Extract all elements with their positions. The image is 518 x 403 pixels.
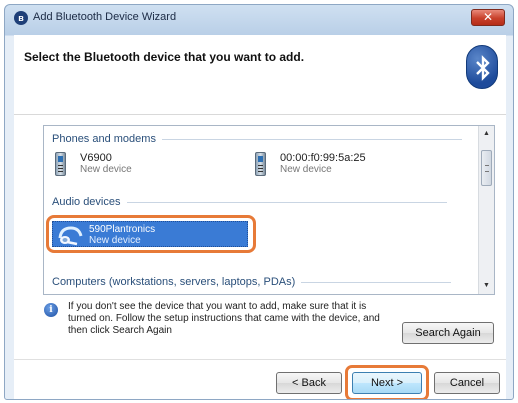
page-title: Select the Bluetooth device that you wan… [24, 50, 305, 64]
group-header-computers: Computers (workstations, servers, laptop… [52, 276, 452, 288]
highlight-ring [46, 215, 256, 253]
list-item[interactable]: V6900 New device [52, 152, 132, 178]
list-item[interactable]: 00:00:f0:99:5a:25 New device [252, 152, 366, 178]
window-title: Add Bluetooth Device Wizard [33, 11, 177, 23]
group-label-phones: Phones and modems [52, 133, 156, 145]
group-label-computers: Computers (workstations, servers, laptop… [52, 276, 296, 288]
scroll-up-icon[interactable]: ▲ [479, 126, 494, 142]
group-divider [161, 138, 462, 140]
group-label-audio: Audio devices [52, 196, 121, 208]
footer-divider [14, 359, 506, 360]
info-text: If you don't see the device that you wan… [68, 301, 380, 336]
device-status: New device [280, 164, 332, 175]
group-header-phones: Phones and modems [52, 133, 462, 145]
group-header-audio: Audio devices [52, 196, 447, 208]
device-list-items: Phones and modems V6900 New device 00:00… [44, 126, 478, 294]
scroll-thumb[interactable] [481, 150, 492, 186]
bluetooth-icon: ʙ [14, 11, 28, 25]
device-name: V6900 [80, 152, 112, 164]
title-bar[interactable]: ʙ Add Bluetooth Device Wizard ✕ [5, 5, 513, 31]
device-name: 00:00:f0:99:5a:25 [280, 152, 366, 164]
device-list[interactable]: Phones and modems V6900 New device 00:00… [43, 125, 495, 295]
group-divider [126, 201, 447, 203]
device-list-scrollbar[interactable]: ▲ ▼ [478, 126, 494, 294]
close-button[interactable]: ✕ [471, 9, 505, 26]
highlight-ring [345, 365, 429, 399]
phone-icon [252, 152, 270, 178]
cancel-button[interactable]: Cancel [434, 372, 500, 394]
device-status: New device [80, 164, 132, 175]
phone-icon [52, 152, 70, 178]
wizard-header: Select the Bluetooth device that you wan… [14, 35, 506, 115]
search-again-button[interactable]: Search Again [402, 322, 494, 344]
back-button[interactable]: < Back [276, 372, 342, 394]
group-divider [301, 281, 452, 283]
wizard-content: Phones and modems V6900 New device 00:00… [14, 115, 506, 399]
info-icon: i [44, 303, 58, 317]
bluetooth-logo-icon [466, 45, 498, 89]
scroll-down-icon[interactable]: ▼ [479, 278, 494, 294]
wizard-window: ʙ Add Bluetooth Device Wizard ✕ Select t… [4, 4, 514, 400]
